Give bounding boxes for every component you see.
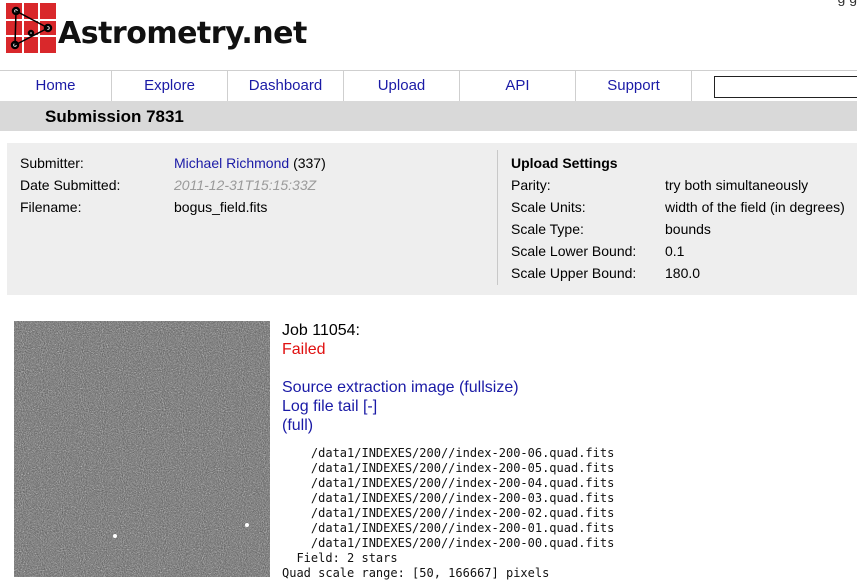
nav-item-home[interactable]: Home: [0, 71, 112, 101]
log-full-link[interactable]: (full): [282, 416, 519, 435]
job-status: Failed: [282, 341, 326, 358]
submission-info-panel: [7, 143, 857, 295]
upload-settings-heading: Upload Settings: [511, 155, 618, 171]
log-output: /data1/INDEXES/200//index-200-06.quad.fi…: [282, 446, 614, 581]
main-nav: Home Explore Dashboard Upload API Suppor…: [0, 70, 857, 102]
scale-type-label: Scale Type:: [511, 221, 584, 237]
log-line: /data1/INDEXES/200//index-200-03.quad.fi…: [282, 491, 615, 505]
page-title: Submission 7831: [45, 107, 184, 126]
star-marker: [113, 534, 117, 538]
job-title: Job 11054:: [282, 322, 360, 339]
scale-type-value: bounds: [665, 221, 711, 237]
nav-item-explore[interactable]: Explore: [112, 71, 228, 101]
log-tail-link[interactable]: Log file tail [-]: [282, 397, 519, 416]
date-value: 2011-12-31T15:15:33Z: [174, 177, 317, 193]
parity-label: Parity:: [511, 177, 551, 193]
top-right-fragment: g g: [838, 0, 857, 6]
date-label: Date Submitted:: [20, 177, 121, 193]
submitter-label: Submitter:: [20, 155, 84, 171]
log-line: /data1/INDEXES/200//index-200-04.quad.fi…: [282, 476, 615, 490]
field-image-thumbnail[interactable]: [14, 321, 270, 577]
scale-lower-label: Scale Lower Bound:: [511, 243, 637, 259]
nav-item-upload[interactable]: Upload: [344, 71, 460, 101]
parity-value: try both simultaneously: [665, 177, 809, 193]
astrometry-logo-icon[interactable]: [6, 3, 56, 53]
log-line: Quad scale range: [50, 166667] pixels: [282, 566, 550, 580]
scale-units-value: width of the field (in degrees): [665, 199, 845, 215]
log-line: /data1/INDEXES/200//index-200-02.quad.fi…: [282, 506, 615, 520]
scale-lower-value: 0.1: [665, 243, 685, 259]
filename-value: bogus_field.fits: [174, 199, 268, 215]
job-info: Job 11054: Failed Source extraction imag…: [282, 321, 519, 435]
scale-units-label: Scale Units:: [511, 199, 586, 215]
source-extraction-link[interactable]: Source extraction image (fullsize): [282, 378, 519, 397]
log-line: /data1/INDEXES/200//index-200-01.quad.fi…: [282, 521, 615, 535]
scale-upper-label: Scale Upper Bound:: [511, 265, 637, 281]
log-line: /data1/INDEXES/200//index-200-00.quad.fi…: [282, 536, 615, 550]
page-title-bar: Submission 7831: [0, 101, 857, 131]
filename-label: Filename:: [20, 199, 82, 215]
search-input[interactable]: [714, 76, 857, 98]
log-line: /data1/INDEXES/200//index-200-06.quad.fi…: [282, 446, 615, 460]
nav-item-api[interactable]: API: [460, 71, 576, 101]
submitter-id: (337): [293, 155, 326, 171]
submitter-link[interactable]: Michael Richmond: [174, 155, 289, 171]
nav-item-support[interactable]: Support: [576, 71, 692, 101]
info-divider: [497, 150, 498, 285]
scale-upper-value: 180.0: [665, 265, 701, 281]
log-line: /data1/INDEXES/200//index-200-05.quad.fi…: [282, 461, 615, 475]
site-header: Astrometry.net g g: [0, 0, 857, 70]
log-line: Field: 2 stars: [282, 551, 398, 565]
site-logo-text[interactable]: Astrometry.net: [58, 16, 307, 51]
submitter-value: Michael Richmond (337): [174, 155, 326, 171]
star-marker: [245, 523, 249, 527]
nav-item-dashboard[interactable]: Dashboard: [228, 71, 344, 101]
